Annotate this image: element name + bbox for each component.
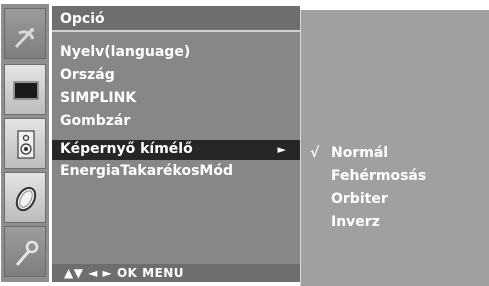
- menu-item-language[interactable]: Nyelv(language): [52, 43, 300, 63]
- menu-item-label: Képernyő kímélő: [60, 141, 193, 157]
- submenu-item-whitewash[interactable]: Fehérmosás: [301, 166, 487, 188]
- menu-item-label: Ország: [60, 67, 115, 83]
- submenu-item-label: Normál: [331, 145, 389, 161]
- menu-item-key-lock[interactable]: Gombzár: [52, 112, 300, 132]
- submenu-item-inverse[interactable]: Inverz: [301, 212, 487, 234]
- submenu-item-label: Inverz: [331, 214, 380, 230]
- option-menu: Opció Nyelv(language) Ország SIMPLINK Go…: [52, 6, 300, 282]
- submenu-arrow-icon: ►: [277, 143, 286, 156]
- menu-item-label: SIMPLINK: [60, 90, 137, 106]
- menu-item-simplink[interactable]: SIMPLINK: [52, 89, 300, 109]
- menu-item-energy-saving[interactable]: EnergiaTakarékosMód: [52, 162, 300, 182]
- picture-icon[interactable]: [4, 64, 46, 115]
- menu-item-label: Gombzár: [60, 113, 131, 129]
- submenu-item-orbiter[interactable]: Orbiter: [301, 189, 487, 211]
- submenu-item-label: Fehérmosás: [331, 168, 427, 184]
- navigation-hint-bar: ▲▼ ◄ ► OK MENU: [52, 264, 300, 282]
- menu-title-bar: Opció: [52, 6, 300, 32]
- osd-screen: Opció Nyelv(language) Ország SIMPLINK Go…: [0, 0, 489, 286]
- screensaver-submenu: √ Normál Fehérmosás Orbiter Inverz: [300, 10, 489, 286]
- satellite-icon[interactable]: [4, 8, 46, 59]
- menu-item-screensaver[interactable]: Képernyő kímélő ►: [52, 140, 300, 160]
- navigation-hint: ▲▼ ◄ ► OK MENU: [64, 266, 185, 280]
- menu-title: Opció: [60, 11, 105, 27]
- checkmark-icon: √: [310, 145, 320, 161]
- submenu-item-label: Orbiter: [331, 191, 388, 207]
- clock-icon[interactable]: [4, 172, 46, 223]
- option-icon[interactable]: [4, 226, 46, 277]
- category-sidebar: [1, 4, 49, 282]
- submenu-item-normal[interactable]: √ Normál: [301, 143, 487, 165]
- speaker-icon[interactable]: [4, 118, 46, 169]
- menu-item-label: EnergiaTakarékosMód: [60, 163, 234, 179]
- menu-item-country[interactable]: Ország: [52, 66, 300, 86]
- menu-item-label: Nyelv(language): [60, 44, 191, 60]
